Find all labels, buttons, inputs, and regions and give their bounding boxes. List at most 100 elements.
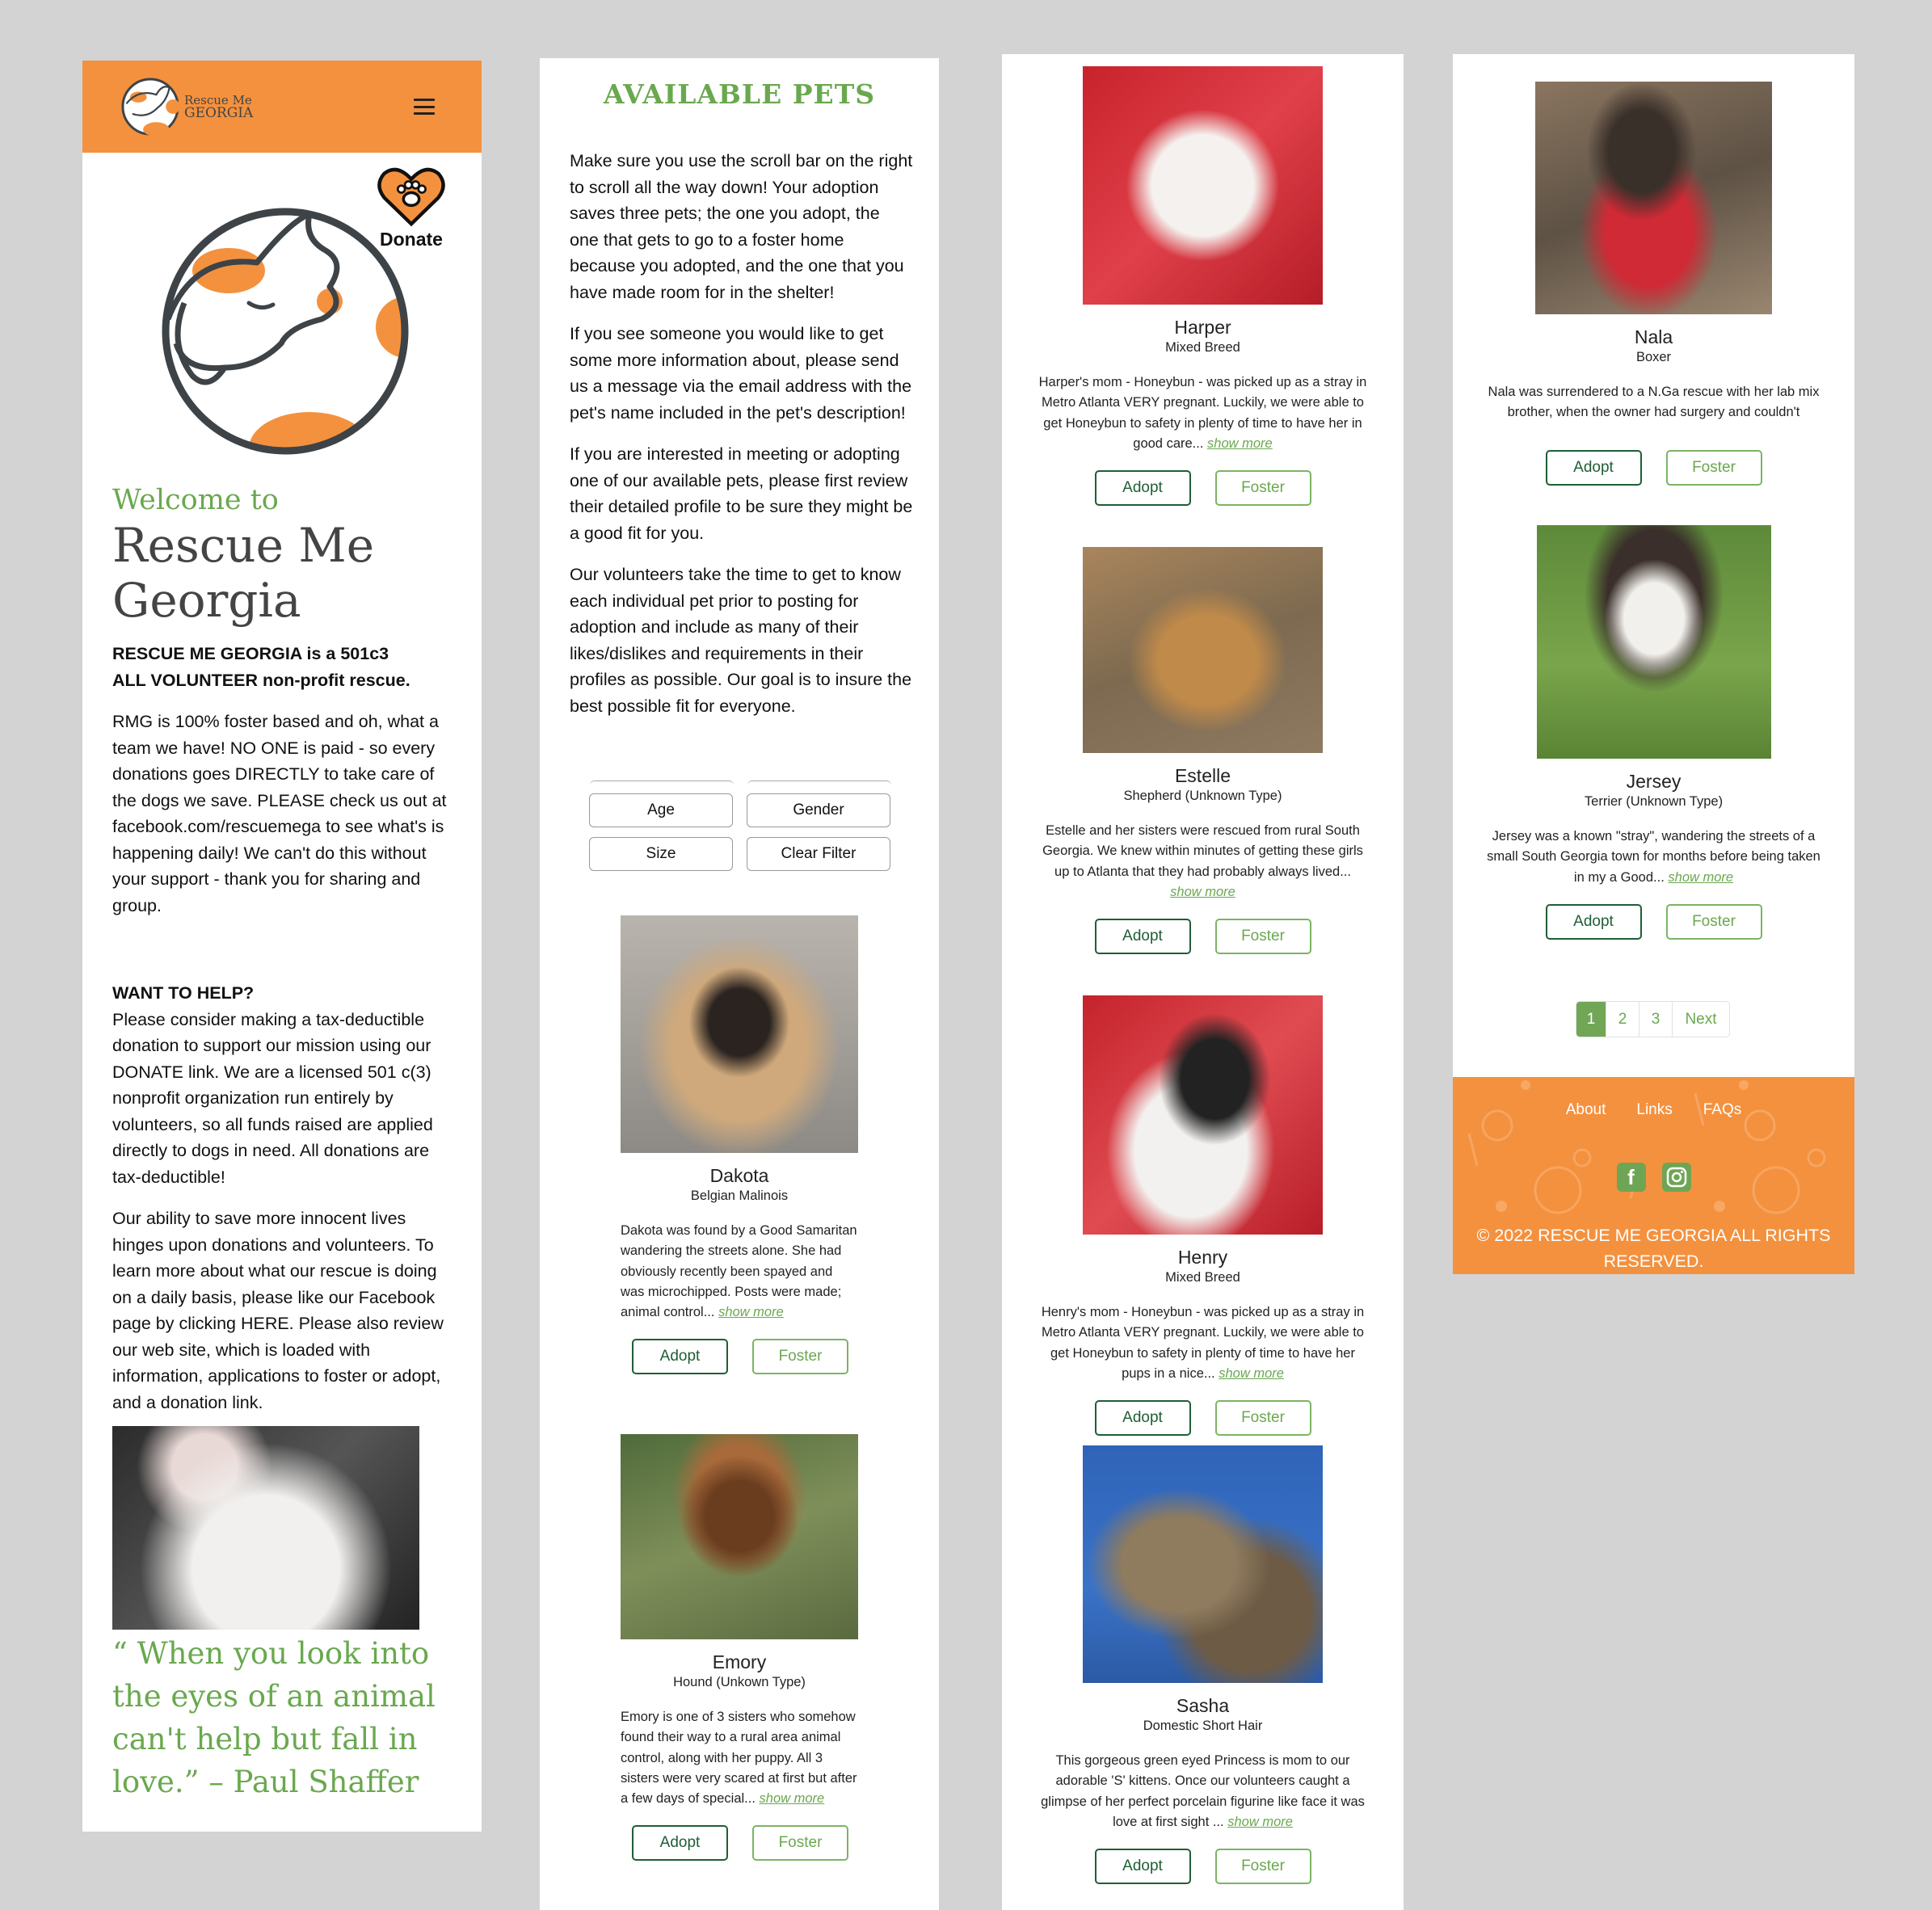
dog-logo-icon (121, 78, 180, 137)
intro-paragraph: Make sure you use the scroll bar on the … (570, 151, 913, 302)
adopt-button[interactable]: Adopt (1545, 903, 1642, 940)
show-more-link[interactable]: show more (760, 1791, 825, 1806)
filter-age-button[interactable]: Age (589, 793, 733, 827)
pet-breed: Boxer (1635, 350, 1672, 364)
pet-description: Nala was surrendered to a N.Ga rescue wi… (1484, 382, 1824, 434)
pet-actions: Adopt Foster (540, 1339, 939, 1375)
footer-link-links[interactable]: Links (1636, 1101, 1672, 1119)
adopt-button[interactable]: Adopt (632, 1339, 728, 1375)
foster-button[interactable]: Foster (1665, 450, 1762, 486)
filter-divider (747, 780, 891, 786)
show-more-link[interactable]: show more (1227, 1815, 1293, 1829)
page-3-button[interactable]: 3 (1639, 1002, 1672, 1037)
pet-name: Henry (1177, 1247, 1228, 1268)
filter-divider (590, 780, 734, 786)
pet-description: Henry's mom - Honeybun - was picked up a… (1038, 1302, 1367, 1384)
filter-gender-button[interactable]: Gender (747, 793, 890, 827)
pet-description-text: Jersey was a known "stray", wandering th… (1487, 829, 1820, 885)
foster-button[interactable]: Foster (1214, 470, 1311, 507)
foster-button[interactable]: Foster (1214, 1400, 1311, 1437)
clear-filter-button[interactable]: Clear Filter (747, 837, 890, 871)
show-more-link[interactable]: show more (1219, 1366, 1284, 1381)
hamburger-menu-icon[interactable] (414, 99, 435, 115)
pet-actions: Adopt Foster (1002, 1400, 1404, 1437)
pet-breed: Hound (Unkown Type) (673, 1675, 806, 1689)
pet-description-text: Estelle and her sisters were rescued fro… (1042, 823, 1363, 879)
show-more-link[interactable]: show more (1207, 436, 1273, 451)
adopt-button[interactable]: Adopt (632, 1825, 728, 1862)
pet-breed: Shepherd (Unknown Type) (1123, 789, 1282, 803)
site-footer: About Links FAQs f © 2022 RESCUE ME GEOR… (1453, 1077, 1854, 1274)
show-more-link[interactable]: show more (1170, 885, 1235, 899)
page-2-button[interactable]: 2 (1606, 1002, 1639, 1037)
pet-name: Harper (1174, 317, 1231, 338)
adopt-button[interactable]: Adopt (1094, 919, 1191, 955)
foster-button[interactable]: Foster (1214, 1849, 1311, 1885)
pet-card: Estelle Shepherd (Unknown Type) Estelle … (1002, 547, 1404, 955)
copyright: © 2022 RESCUE ME GEORGIA ALL RIGHTS RESE… (1476, 1226, 1831, 1271)
pet-description-text: This gorgeous green eyed Princess is mom… (1041, 1753, 1365, 1829)
adopt-button[interactable]: Adopt (1094, 1849, 1191, 1885)
pet-actions: Adopt Foster (540, 1825, 939, 1862)
intro-bold-line1: RESCUE ME GEORGIA is a 501c3 (112, 644, 389, 663)
pet-card: Sasha Domestic Short Hair This gorgeous … (1002, 1445, 1404, 1885)
foster-button[interactable]: Foster (752, 1825, 848, 1862)
adopt-button[interactable]: Adopt (1094, 470, 1191, 507)
footer-link-about[interactable]: About (1566, 1101, 1606, 1119)
pagination: 1 2 3 Next (1576, 1001, 1730, 1037)
pet-photo[interactable] (1535, 82, 1772, 314)
next-page-button[interactable]: Next (1672, 1002, 1729, 1037)
footer-link-faqs[interactable]: FAQs (1703, 1101, 1742, 1119)
intro-bold-line2: ALL VOLUNTEER non-profit rescue. (112, 670, 410, 690)
home-screen: Rescue Me GEORGIA Donate Welcome to Rescu… (82, 61, 482, 1832)
pet-photo[interactable] (1083, 995, 1323, 1235)
pet-name: Dakota (709, 1165, 769, 1186)
page-title-line2: Georgia (112, 573, 301, 628)
adopt-button[interactable]: Adopt (1094, 1400, 1191, 1437)
pet-name: Estelle (1174, 765, 1231, 786)
foster-button[interactable]: Foster (752, 1339, 848, 1375)
pet-card: Dakota Belgian Malinois Dakota was found… (540, 915, 939, 1375)
pet-photo[interactable] (1083, 547, 1323, 753)
pet-card: Emory Hound (Unkown Type) Emory is one o… (540, 1434, 939, 1862)
pet-card: Harper Mixed Breed Harper's mom - Honeyb… (1002, 66, 1404, 507)
pet-card: Nala Boxer Nala was surrendered to a N.G… (1453, 82, 1854, 486)
pet-list-screen-3: Nala Boxer Nala was surrendered to a N.G… (1453, 54, 1854, 1274)
pet-photo[interactable] (1083, 1445, 1323, 1683)
facebook-icon[interactable]: f (1616, 1163, 1646, 1192)
site-logo[interactable]: Rescue Me GEORGIA (120, 77, 253, 137)
filter-size-button[interactable]: Size (589, 837, 733, 871)
logo-line2: GEORGIA (184, 105, 254, 121)
pet-actions: Adopt Foster (1002, 919, 1404, 955)
pet-description-text: Henry's mom - Honeybun - was picked up a… (1041, 1305, 1365, 1381)
pet-description: Harper's mom - Honeybun - was picked up … (1038, 372, 1367, 454)
pet-card: Henry Mixed Breed Henry's mom - Honeybun… (1002, 995, 1404, 1437)
site-header: Rescue Me GEORGIA (82, 61, 482, 153)
pet-actions: Adopt Foster (1002, 1849, 1404, 1885)
show-more-link[interactable]: show more (1668, 870, 1733, 885)
foster-button[interactable]: Foster (1665, 903, 1762, 940)
pet-breed: Mixed Breed (1165, 1270, 1240, 1285)
intro-paragraph: If you see someone you would like to get… (570, 324, 912, 423)
pet-actions: Adopt Foster (1453, 450, 1854, 486)
show-more-link[interactable]: show more (718, 1305, 784, 1319)
page-1-button[interactable]: 1 (1576, 1002, 1606, 1037)
intro-paragraph: Our volunteers take the time to get to k… (570, 565, 912, 716)
pet-description: Jersey was a known "stray", wandering th… (1484, 827, 1824, 888)
pet-breed: Mixed Breed (1165, 340, 1240, 355)
foster-button[interactable]: Foster (1214, 919, 1311, 955)
pet-photo[interactable] (621, 915, 858, 1153)
pet-description-text: Harper's mom - Honeybun - was picked up … (1038, 375, 1367, 451)
help-paragraph-2: Our ability to save more innocent lives … (112, 1209, 444, 1412)
adopt-button[interactable]: Adopt (1545, 450, 1642, 486)
pet-name: Jersey (1626, 771, 1682, 792)
pet-photo[interactable] (621, 1434, 858, 1639)
dog-closeup-photo (112, 1426, 419, 1630)
instagram-icon[interactable] (1661, 1163, 1691, 1192)
pet-photo[interactable] (1083, 66, 1323, 305)
page-title-line1: Rescue Me (112, 518, 375, 573)
pet-photo[interactable] (1536, 525, 1771, 759)
pet-name: Nala (1634, 326, 1673, 347)
pet-description: Dakota was found by a Good Samaritan wan… (621, 1221, 858, 1323)
pet-description: Estelle and her sisters were rescued fro… (1038, 821, 1367, 902)
